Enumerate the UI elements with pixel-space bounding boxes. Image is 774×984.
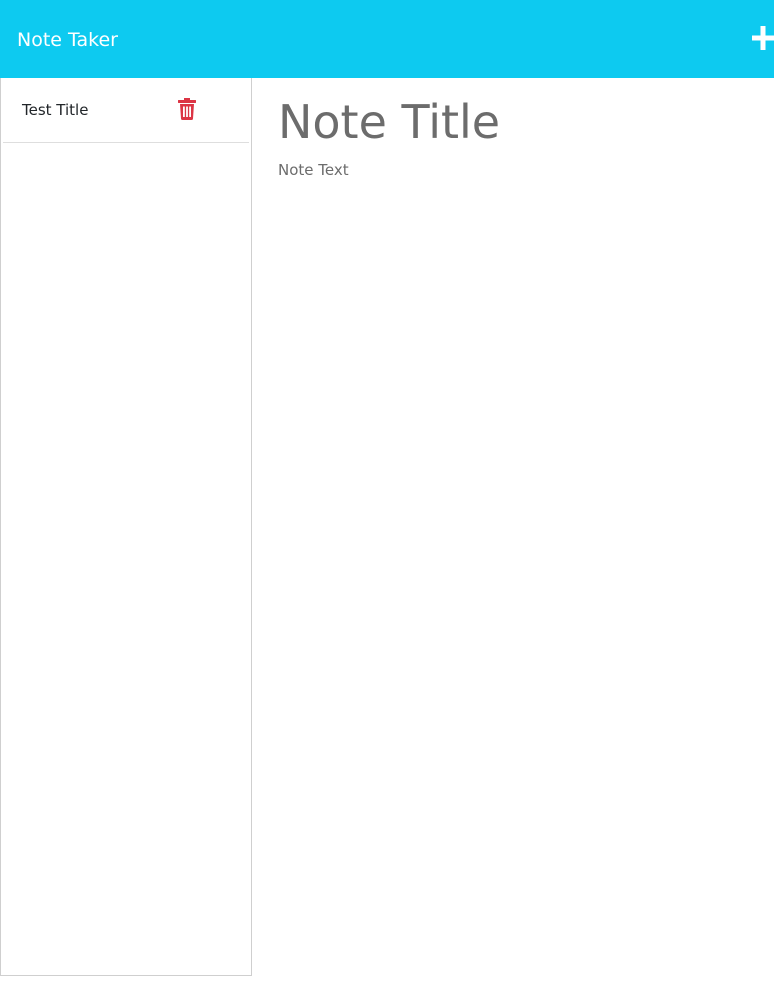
delete-note-button[interactable] bbox=[178, 98, 196, 120]
note-editor bbox=[252, 78, 774, 976]
app-brand[interactable]: Note Taker bbox=[17, 26, 118, 54]
navbar: Note Taker bbox=[0, 0, 774, 78]
note-title-input[interactable] bbox=[278, 94, 758, 150]
trash-icon bbox=[178, 98, 196, 120]
plus-icon bbox=[752, 26, 774, 50]
note-item-title[interactable]: Test Title bbox=[22, 100, 88, 120]
note-list: Test Title bbox=[1, 78, 251, 143]
notes-sidebar: Test Title bbox=[0, 78, 252, 976]
note-text-input[interactable] bbox=[278, 160, 758, 950]
list-item[interactable]: Test Title bbox=[3, 78, 249, 143]
new-note-button[interactable] bbox=[752, 26, 774, 50]
